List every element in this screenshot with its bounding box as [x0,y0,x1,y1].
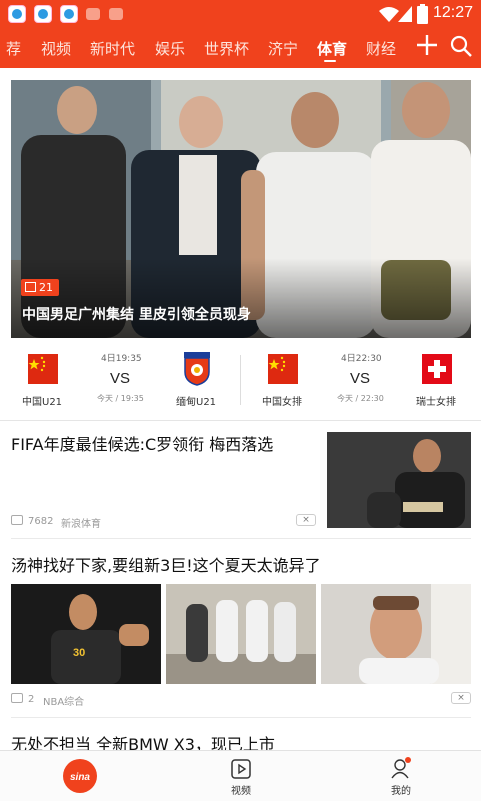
video-play-icon[interactable] [231,759,251,779]
svg-text:30: 30 [73,647,85,659]
active-tab-indicator [324,60,336,62]
channel-nav: 荐 视频 新时代 娱乐 世界杯 济宁 体育 财经 [0,28,481,68]
switzerland-flag-icon [422,354,452,384]
notification-app-icon [60,5,78,23]
match-time: 4日22:30 [341,354,382,364]
news-source: 新浪体育 [61,519,101,530]
news-thumbnail[interactable]: 30 [11,584,161,684]
dismiss-button[interactable]: × [296,514,316,526]
team-home-name: 中国U21 [22,397,63,408]
comment-icon [11,515,23,525]
match-vs: VS [350,370,371,387]
news-source: NBA综合 [43,697,85,708]
tab-video-label[interactable]: 视频 [231,782,251,797]
notification-app-icon [34,5,52,23]
match-status: 今天 / 19:35 [97,394,144,403]
notification-icon [109,8,123,20]
comment-count: 2 [11,693,34,705]
status-bar: 12:27 [0,0,481,28]
news-thumbnail-image: 30 [11,584,161,684]
tab-video[interactable]: 视频 [41,38,71,59]
tab-recommend[interactable]: 荐 [6,38,21,59]
notification-app-icon [8,5,26,23]
tab-world-cup[interactable]: 世界杯 [204,38,249,59]
gallery-icon [25,282,36,292]
svg-text:sina: sina [70,772,90,783]
notification-icon [86,8,100,20]
news-title[interactable]: 汤神找好下家,要组新3巨!这个夏天太诡异了 [11,552,321,576]
news-thumbnail[interactable] [321,584,471,684]
wifi-icon [379,7,399,22]
news-thumbnail-image [327,432,471,528]
tab-entertainment[interactable]: 娱乐 [155,38,185,59]
search-icon[interactable] [450,35,472,57]
tab-new-era[interactable]: 新时代 [90,38,135,59]
tab-sports[interactable]: 体育 [317,38,347,59]
section-divider [0,420,481,421]
china-flag-icon [268,354,298,384]
list-divider [11,538,471,539]
clock: 12:27 [432,4,473,21]
bottom-tab-bar: sina 视频 我的 [0,750,481,801]
image-count-badge: 21 [21,279,59,296]
match-status: 今天 / 22:30 [337,394,384,403]
myanmar-badge-icon [184,352,210,386]
team-away-name: 瑞士女排 [416,397,456,408]
match-vs: VS [110,370,131,387]
dismiss-button[interactable]: × [451,692,471,704]
tab-finance[interactable]: 财经 [366,38,396,59]
add-channel-icon[interactable] [416,34,438,56]
list-divider [11,717,471,718]
tab-jining[interactable]: 济宁 [268,38,298,59]
news-thumbnail-image [166,584,316,684]
profile-icon[interactable] [390,757,412,779]
match-time: 4日19:35 [101,354,142,364]
battery-icon [417,4,428,24]
news-thumbnail[interactable] [327,432,471,528]
team-home-name: 中国女排 [262,397,302,408]
team-away-name: 缅甸U21 [176,397,217,408]
hero-caption: 中国男足广州集结 里皮引领全员现身 [22,307,251,323]
news-title[interactable]: FIFA年度最佳候选:C罗领衔 梅西落选 [11,431,273,455]
caption-gradient [11,258,471,338]
news-thumbnail[interactable] [166,584,316,684]
signal-icon [398,6,412,22]
comment-icon [11,693,23,703]
match-divider [240,355,241,405]
news-thumbnail-image [321,584,471,684]
hero-photo-card[interactable]: 21 中国男足广州集结 里皮引领全员现身 [11,80,471,338]
tab-me-label[interactable]: 我的 [391,782,411,797]
china-flag-icon [28,354,58,384]
comment-count: 7682 [11,515,53,527]
sina-home-icon[interactable]: sina [63,759,97,793]
